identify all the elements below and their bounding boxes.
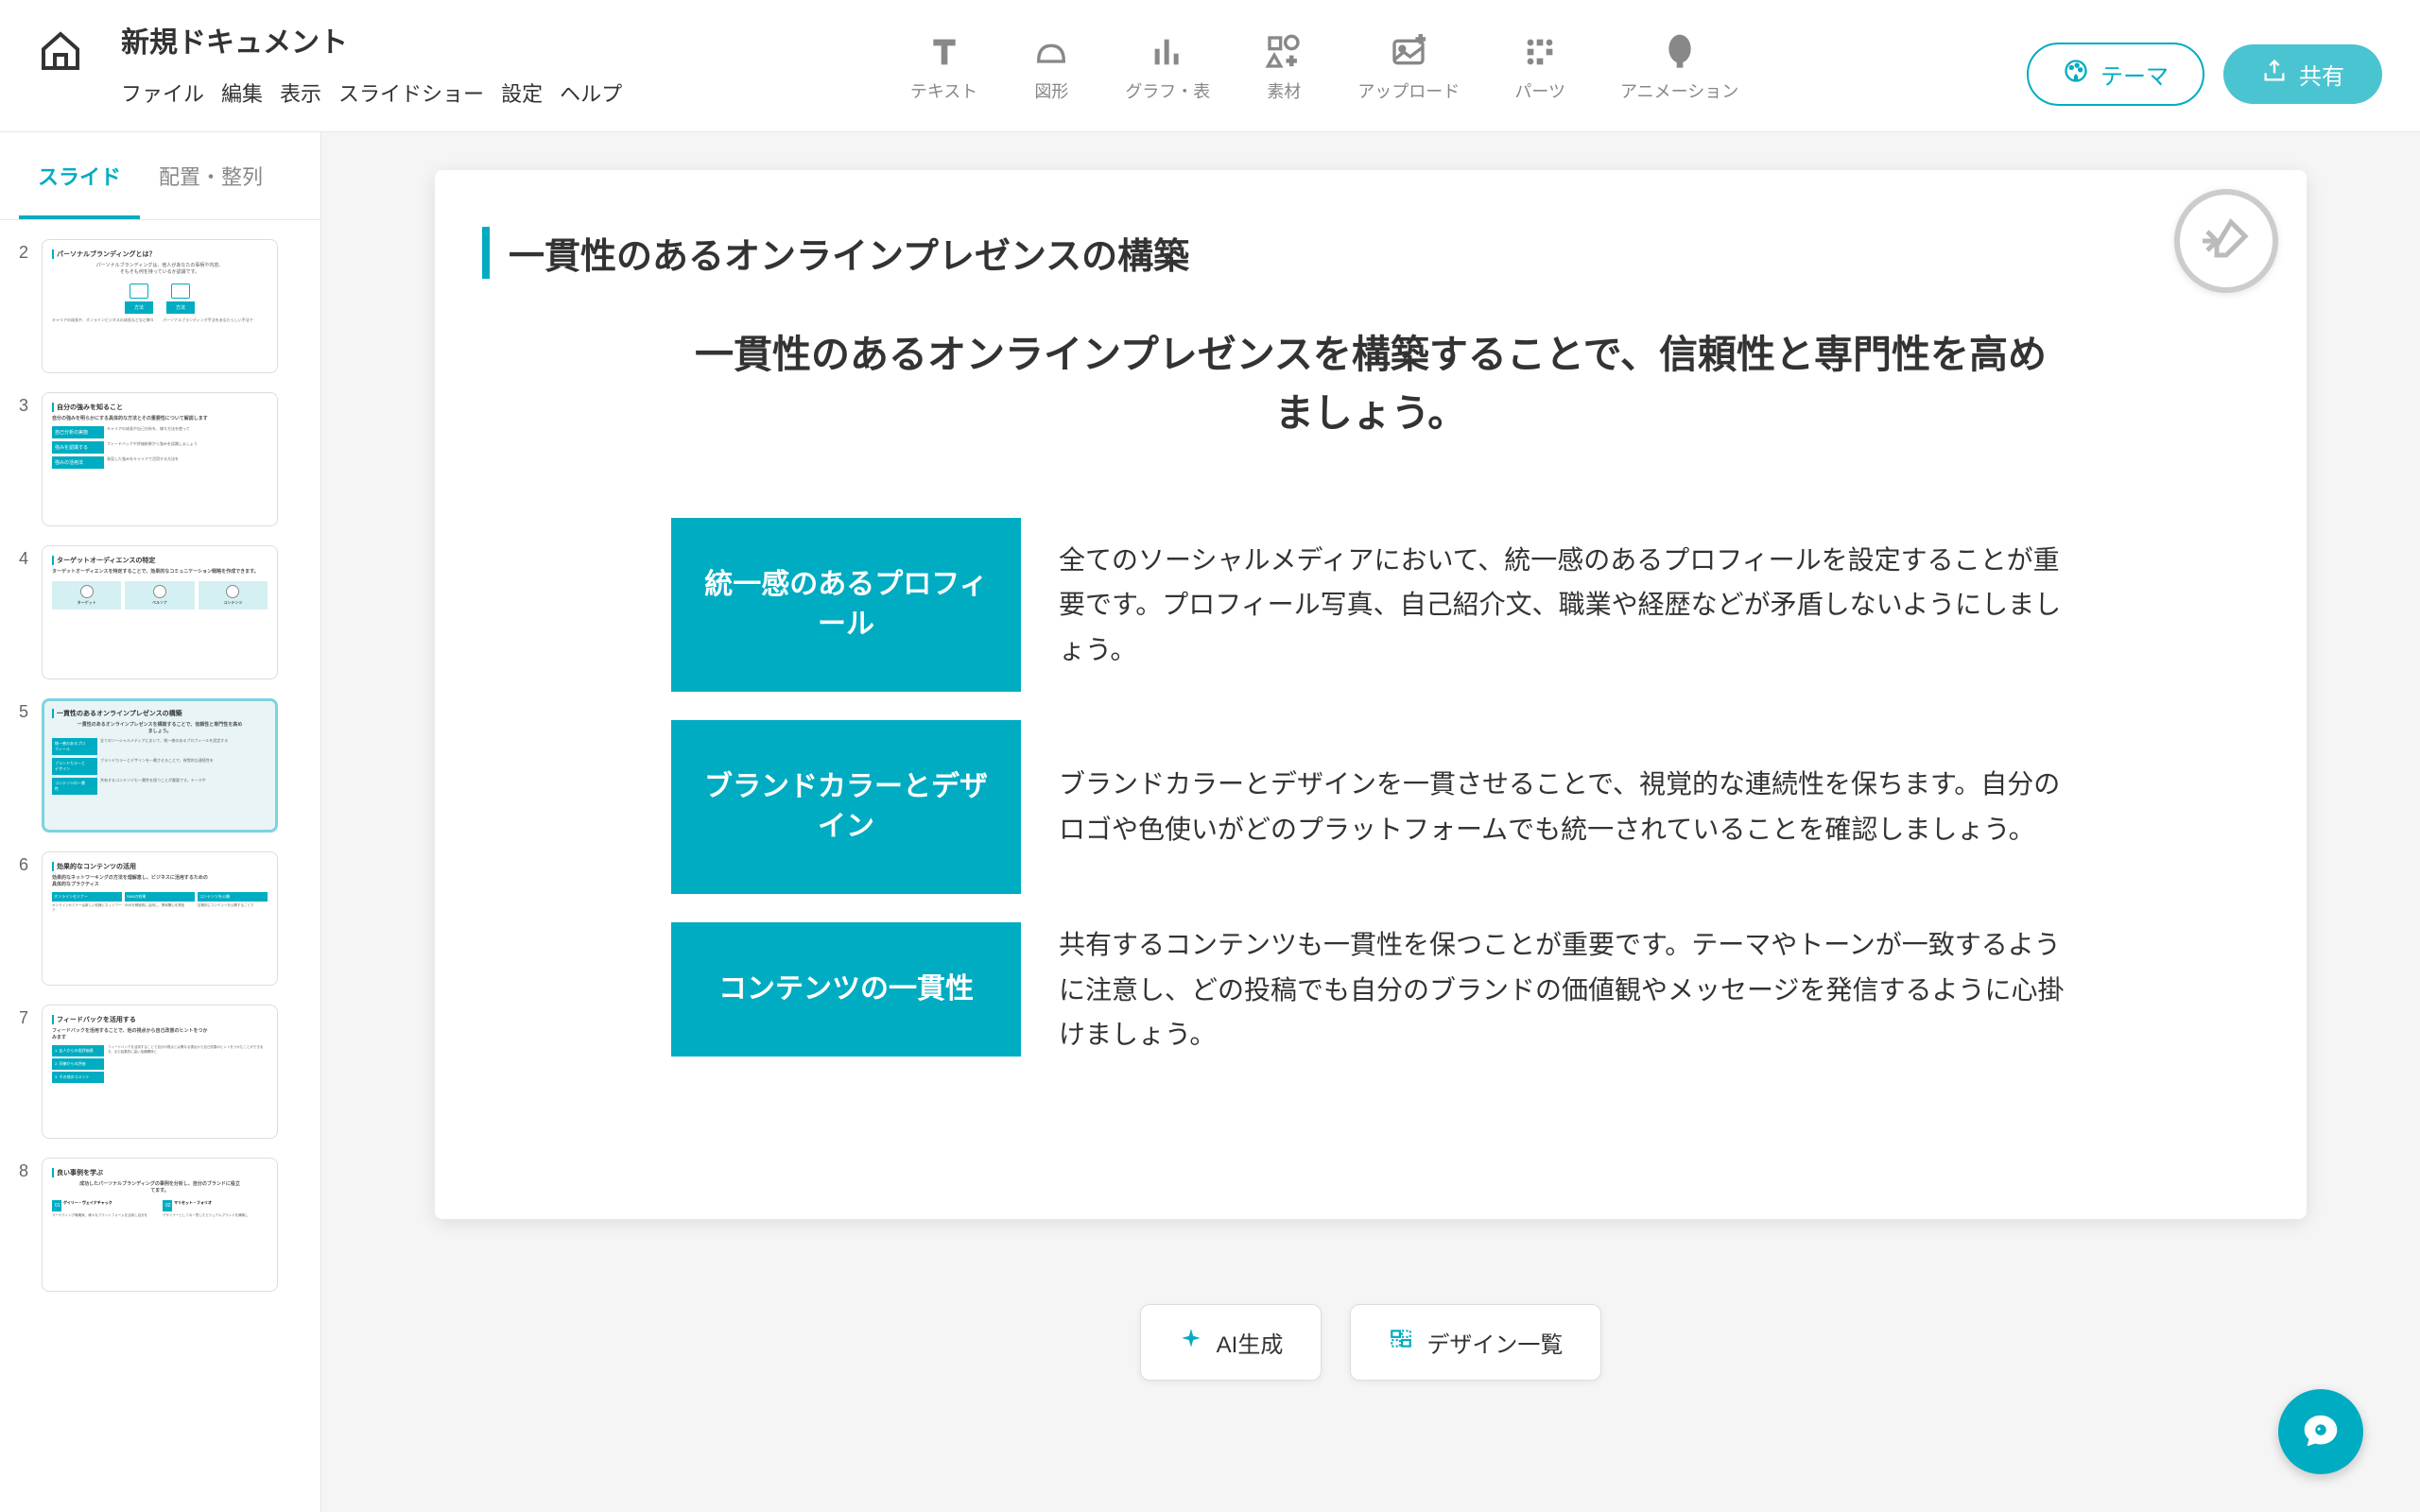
thumbnail-7[interactable]: フィードバックを活用する フィードバックを活用することで、他の視点から自己改善の… xyxy=(42,1005,278,1139)
thumbnail-4[interactable]: ターゲットオーディエンスの特定 ターゲットオーディエンスを特定することで、効果的… xyxy=(42,545,278,679)
text-icon xyxy=(925,33,963,71)
menu-file[interactable]: ファイル xyxy=(121,77,204,108)
animation-icon xyxy=(1661,33,1699,71)
edit-float-icon[interactable] xyxy=(2174,189,2278,293)
design-list-button[interactable]: デザイン一覧 xyxy=(1350,1304,1601,1381)
header: 新規ドキュメント ファイル 編集 表示 スライドショー 設定 ヘルプ テキスト … xyxy=(0,0,2420,132)
svg-text:+: + xyxy=(1417,33,1426,48)
content-row-1[interactable]: 統一感のあるプロフィール 全てのソーシャルメディアにおいて、統一感のあるプロフィ… xyxy=(671,518,2070,692)
svg-text:+: + xyxy=(1288,52,1297,70)
thumb-row-8: 8 良い事例を学ぶ 成功したパーソナルブランディングの事例を分析し、自分のブラン… xyxy=(19,1158,302,1292)
row-label-1[interactable]: 統一感のあるプロフィール xyxy=(671,518,1021,692)
toolbar: テキスト 図形 グラフ・表 + 素材 + アップロード パーツ アニメーション xyxy=(910,19,1738,103)
row-text-2[interactable]: ブランドカラーとデザインを一貫させることで、視覚的な連続性を保ちます。自分のロゴ… xyxy=(1059,762,2070,851)
share-button[interactable]: 共有 xyxy=(2223,44,2382,104)
design-icon xyxy=(1389,1327,1413,1358)
row-text-1[interactable]: 全てのソーシャルメディアにおいて、統一感のあるプロフィールを設定することが重要で… xyxy=(1059,538,2070,673)
thumb-row-3: 3 自分の強みを知ること 自分の強みを明らかにする具体的な方法とその重要性につい… xyxy=(19,392,302,526)
slide-title[interactable]: 一貫性のあるオンラインプレゼンスの構築 xyxy=(482,227,2259,279)
chart-icon xyxy=(1149,33,1186,71)
toolbar-shape[interactable]: 図形 xyxy=(1032,33,1070,103)
home-icon[interactable] xyxy=(38,28,83,74)
thumb-row-2: 2 パーソナルブランディングとは？ パーソナルブランディングは、他人があなたの事… xyxy=(19,239,302,373)
thumbnails: 2 パーソナルブランディングとは？ パーソナルブランディングは、他人があなたの事… xyxy=(0,220,320,1311)
doc-title[interactable]: 新規ドキュメント xyxy=(121,19,622,60)
header-left: 新規ドキュメント ファイル 編集 表示 スライドショー 設定 ヘルプ xyxy=(38,19,622,108)
content-row-2[interactable]: ブランドカラーとデザイン ブランドカラーとデザインを一貫させることで、視覚的な連… xyxy=(671,720,2070,894)
thumb-row-7: 7 フィードバックを活用する フィードバックを活用することで、他の視点から自己改… xyxy=(19,1005,302,1139)
menu-bar: ファイル 編集 表示 スライドショー 設定 ヘルプ xyxy=(121,77,622,108)
thumbnail-5[interactable]: 一貫性のあるオンラインプレゼンスの構築 一貫性のあるオンラインプレゼンスを構築す… xyxy=(42,698,278,833)
menu-settings[interactable]: 設定 xyxy=(501,77,543,108)
thumb-row-4: 4 ターゲットオーディエンスの特定 ターゲットオーディエンスを特定することで、効… xyxy=(19,545,302,679)
row-label-2[interactable]: ブランドカラーとデザイン xyxy=(671,720,1021,894)
bottom-actions: AI生成 デザイン一覧 xyxy=(1140,1304,1602,1381)
chat-bubble-button[interactable] xyxy=(2278,1389,2363,1474)
thumbnail-8[interactable]: 良い事例を学ぶ 成功したパーソナルブランディングの事例を分析し、自分のブランドに… xyxy=(42,1158,278,1292)
row-text-3[interactable]: 共有するコンテンツも一貫性を保つことが重要です。テーマやトーンが一致するように注… xyxy=(1059,922,2070,1057)
toolbar-text[interactable]: テキスト xyxy=(910,33,977,103)
row-label-3[interactable]: コンテンツの一貫性 xyxy=(671,922,1021,1057)
tab-arrange[interactable]: 配置・整列 xyxy=(140,132,282,219)
thumbnail-3[interactable]: 自分の強みを知ること 自分の強みを明らかにする具体的な方法とその重要性について解… xyxy=(42,392,278,526)
palette-icon xyxy=(2063,58,2089,91)
tab-slide[interactable]: スライド xyxy=(19,132,140,219)
thumb-row-6: 6 効果的なコンテンツの活用 効果的なネットワーキングの方法を理解恵し、ビジネス… xyxy=(19,851,302,986)
menu-view[interactable]: 表示 xyxy=(280,77,321,108)
main: スライド 配置・整列 2 パーソナルブランディングとは？ パーソナルブランディン… xyxy=(0,132,2420,1512)
canvas-area: 一貫性のあるオンラインプレゼンスの構築 一貫性のあるオンラインプレゼンスを構築す… xyxy=(321,132,2420,1512)
theme-button[interactable]: テーマ xyxy=(2027,43,2204,106)
header-right: テーマ 共有 xyxy=(2027,19,2382,106)
content-row-3[interactable]: コンテンツの一貫性 共有するコンテンツも一貫性を保つことが重要です。テーマやトー… xyxy=(671,922,2070,1057)
toolbar-upload[interactable]: + アップロード xyxy=(1357,33,1460,103)
material-icon: + xyxy=(1265,33,1303,71)
toolbar-material[interactable]: + 素材 xyxy=(1265,33,1303,103)
toolbar-animation[interactable]: アニメーション xyxy=(1620,33,1738,103)
share-icon xyxy=(2261,58,2288,91)
slide[interactable]: 一貫性のあるオンラインプレゼンスの構築 一貫性のあるオンラインプレゼンスを構築す… xyxy=(435,170,2307,1219)
menu-edit[interactable]: 編集 xyxy=(221,77,263,108)
menu-slideshow[interactable]: スライドショー xyxy=(338,77,484,108)
content-rows: 統一感のあるプロフィール 全てのソーシャルメディアにおいて、統一感のあるプロフィ… xyxy=(482,518,2259,1057)
ai-generate-button[interactable]: AI生成 xyxy=(1140,1304,1322,1381)
upload-icon: + xyxy=(1390,33,1427,71)
sidebar: スライド 配置・整列 2 パーソナルブランディングとは？ パーソナルブランディン… xyxy=(0,132,321,1512)
thumb-row-5: 5 一貫性のあるオンラインプレゼンスの構築 一貫性のあるオンラインプレゼンスを構… xyxy=(19,698,302,833)
slide-subtitle[interactable]: 一貫性のあるオンラインプレゼンスを構築することで、信頼性と専門性を高めましょう。 xyxy=(685,326,2056,442)
title-section: 新規ドキュメント ファイル 編集 表示 スライドショー 設定 ヘルプ xyxy=(121,19,622,108)
thumbnail-6[interactable]: 効果的なコンテンツの活用 効果的なネットワーキングの方法を理解恵し、ビジネスに活… xyxy=(42,851,278,986)
sidebar-tabs: スライド 配置・整列 xyxy=(0,132,320,220)
thumbnail-2[interactable]: パーソナルブランディングとは？ パーソナルブランディングは、他人があなたの事柄や… xyxy=(42,239,278,373)
sparkle-icon xyxy=(1179,1327,1203,1358)
toolbar-chart[interactable]: グラフ・表 xyxy=(1125,33,1210,103)
parts-icon xyxy=(1521,33,1559,71)
menu-help[interactable]: ヘルプ xyxy=(560,77,622,108)
toolbar-parts[interactable]: パーツ xyxy=(1514,33,1565,103)
shape-icon xyxy=(1032,33,1070,71)
